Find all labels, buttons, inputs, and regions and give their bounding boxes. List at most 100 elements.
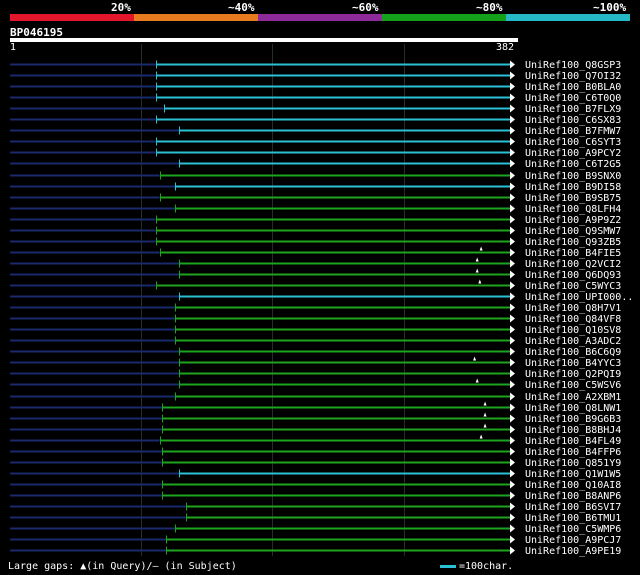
hit-row[interactable]: UniRef100_B4FFP6: [10, 447, 621, 458]
hit-row[interactable]: UniRef100_A9P9Z2: [10, 215, 621, 226]
hit-row[interactable]: UniRef100_Q2PQI9: [10, 369, 621, 380]
query-gap-marker: [478, 279, 482, 284]
hit-name[interactable]: UniRef100_B4FIE5: [525, 248, 621, 259]
alignment-end-arrow: [510, 171, 515, 180]
hit-name[interactable]: UniRef100_A9PE19: [525, 546, 621, 557]
hit-row[interactable]: UniRef100_C6T0Q0: [10, 93, 621, 104]
hit-row[interactable]: UniRef100_Q7OI32: [10, 71, 621, 82]
hit-name[interactable]: UniRef100_C6SYT3: [525, 137, 621, 148]
hit-row[interactable]: UniRef100_B6TMU1: [10, 513, 621, 524]
hit-name[interactable]: UniRef100_Q8GSP3: [525, 60, 621, 71]
hit-row[interactable]: UniRef100_Q6DQ93: [10, 268, 621, 282]
hit-row[interactable]: UniRef100_B4YYC3: [10, 356, 621, 370]
hit-row[interactable]: UniRef100_B4FIE5: [10, 246, 621, 260]
hit-name[interactable]: UniRef100_C6SX83: [525, 115, 621, 126]
hit-row[interactable]: UniRef100_Q93ZB5: [10, 237, 621, 248]
hit-row[interactable]: UniRef100_Q9SMW7: [10, 226, 621, 237]
hit-name[interactable]: UniRef100_B4YYC3: [525, 358, 621, 369]
hit-name[interactable]: UniRef100_Q8LNW1: [525, 403, 621, 414]
hit-name[interactable]: UniRef100_B9SNX0: [525, 171, 621, 182]
hit-name[interactable]: UniRef100_Q10SV8: [525, 325, 621, 336]
hit-row[interactable]: UniRef100_B8ANP6: [10, 491, 621, 502]
hit-name[interactable]: UniRef100_Q2PQI9: [525, 369, 621, 380]
hit-row[interactable]: UniRef100_C6T2G5: [10, 159, 621, 170]
hit-row[interactable]: UniRef100_B6C6Q9: [10, 347, 621, 358]
hit-row[interactable]: UniRef100_Q8H7V1: [10, 303, 621, 314]
hit-row[interactable]: UniRef100_Q851Y9: [10, 458, 621, 469]
hit-row[interactable]: UniRef100_C5WYC3: [10, 279, 621, 293]
alignment-end-arrow: [510, 215, 515, 224]
hit-name[interactable]: UniRef100_C6T0Q0: [525, 93, 621, 104]
hit-row[interactable]: UniRef100_Q8LNW1: [10, 401, 621, 415]
hit-name[interactable]: UniRef100_Q851Y9: [525, 458, 621, 469]
hit-row[interactable]: UniRef100_B8BHJ4: [10, 423, 621, 437]
hit-row[interactable]: UniRef100_A9PCJ7: [10, 535, 621, 546]
hit-row[interactable]: UniRef100_B7FLX9: [10, 104, 621, 115]
hit-name[interactable]: UniRef100_Q1W1W5: [525, 469, 621, 480]
hit-name[interactable]: UniRef100_B0BLA0: [525, 82, 621, 93]
hit-name[interactable]: UniRef100_Q7OI32: [525, 71, 621, 82]
hit-row[interactable]: UniRef100_C5WMP6: [10, 524, 621, 535]
hit-row[interactable]: UniRef100_UPI000..: [10, 292, 633, 303]
hit-row[interactable]: UniRef100_B0BLA0: [10, 82, 621, 93]
hit-name[interactable]: UniRef100_Q10AI8: [525, 480, 621, 491]
alignment-end-arrow: [510, 447, 515, 456]
hit-row[interactable]: UniRef100_A9PCY2: [10, 148, 621, 159]
hit-name[interactable]: UniRef100_C5WMP6: [525, 524, 621, 535]
hit-row[interactable]: UniRef100_A2XBM1: [10, 392, 621, 403]
hit-name[interactable]: UniRef100_B9DI58: [525, 182, 621, 193]
hit-name[interactable]: UniRef100_A9P9Z2: [525, 215, 621, 226]
hit-row[interactable]: UniRef100_Q8GSP3: [10, 60, 621, 71]
hit-name[interactable]: UniRef100_A2XBM1: [525, 392, 621, 403]
hit-row[interactable]: UniRef100_Q10SV8: [10, 325, 621, 336]
hit-name[interactable]: UniRef100_Q6DQ93: [525, 270, 621, 281]
hit-row[interactable]: UniRef100_Q1W1W5: [10, 469, 621, 480]
hit-name[interactable]: UniRef100_Q8H7V1: [525, 303, 621, 314]
hit-name[interactable]: UniRef100_C5WSV6: [525, 380, 621, 391]
hit-name[interactable]: UniRef100_A3ADC2: [525, 336, 621, 347]
hit-row[interactable]: UniRef100_B4FL49: [10, 434, 621, 448]
hit-row[interactable]: UniRef100_A3ADC2: [10, 336, 621, 347]
hit-row[interactable]: UniRef100_C5WSV6: [10, 378, 621, 392]
hit-name[interactable]: UniRef100_B9SB75: [525, 193, 621, 204]
hit-row[interactable]: UniRef100_B6SVI7: [10, 502, 621, 513]
hit-name[interactable]: UniRef100_C6T2G5: [525, 159, 621, 170]
hit-name[interactable]: UniRef100_B4FFP6: [525, 447, 621, 458]
hit-name[interactable]: UniRef100_B4FL49: [525, 436, 621, 447]
hit-name[interactable]: UniRef100_Q84VF8: [525, 314, 621, 325]
hit-name[interactable]: UniRef100_A9PCY2: [525, 148, 621, 159]
alignment-end-arrow: [510, 524, 515, 533]
hit-name[interactable]: UniRef100_Q93ZB5: [525, 237, 621, 248]
hit-name[interactable]: UniRef100_Q8LFH4: [525, 204, 621, 215]
hit-row[interactable]: UniRef100_B9SB75: [10, 193, 621, 204]
query-gap-marker: [483, 412, 487, 417]
hit-row[interactable]: UniRef100_C6SX83: [10, 115, 621, 126]
alignment-end-arrow: [510, 182, 515, 191]
hit-row[interactable]: UniRef100_A9PE19: [10, 546, 621, 557]
hit-row[interactable]: UniRef100_Q10AI8: [10, 480, 621, 491]
hit-row[interactable]: UniRef100_B7FMW7: [10, 126, 621, 137]
hit-row[interactable]: UniRef100_Q2VCI2: [10, 257, 621, 271]
hit-name[interactable]: UniRef100_B6SVI7: [525, 502, 621, 513]
hit-name[interactable]: UniRef100_B6TMU1: [525, 513, 621, 524]
hit-row[interactable]: UniRef100_B9SNX0: [10, 171, 621, 182]
hit-name[interactable]: UniRef100_B8BHJ4: [525, 425, 621, 436]
hit-name[interactable]: UniRef100_B7FMW7: [525, 126, 621, 137]
hit-row[interactable]: UniRef100_Q8LFH4: [10, 204, 621, 215]
hit-row[interactable]: UniRef100_C6SYT3: [10, 137, 621, 148]
hit-name[interactable]: UniRef100_B6C6Q9: [525, 347, 621, 358]
hit-row[interactable]: UniRef100_B9G6B3: [10, 412, 621, 426]
alignment-end-arrow: [510, 403, 515, 412]
hit-name[interactable]: UniRef100_UPI000..: [525, 292, 633, 303]
hit-row[interactable]: UniRef100_Q84VF8: [10, 314, 621, 325]
hit-name[interactable]: UniRef100_C5WYC3: [525, 281, 621, 292]
hit-name[interactable]: UniRef100_B8ANP6: [525, 491, 621, 502]
hit-name[interactable]: UniRef100_Q2VCI2: [525, 259, 621, 270]
hit-name[interactable]: UniRef100_Q9SMW7: [525, 226, 621, 237]
query-gap-marker: [483, 423, 487, 428]
hit-name[interactable]: UniRef100_B9G6B3: [525, 414, 621, 425]
hit-name[interactable]: UniRef100_A9PCJ7: [525, 535, 621, 546]
hit-name[interactable]: UniRef100_B7FLX9: [525, 104, 621, 115]
hit-row[interactable]: UniRef100_B9DI58: [10, 182, 621, 193]
alignment-end-arrow: [510, 60, 515, 69]
